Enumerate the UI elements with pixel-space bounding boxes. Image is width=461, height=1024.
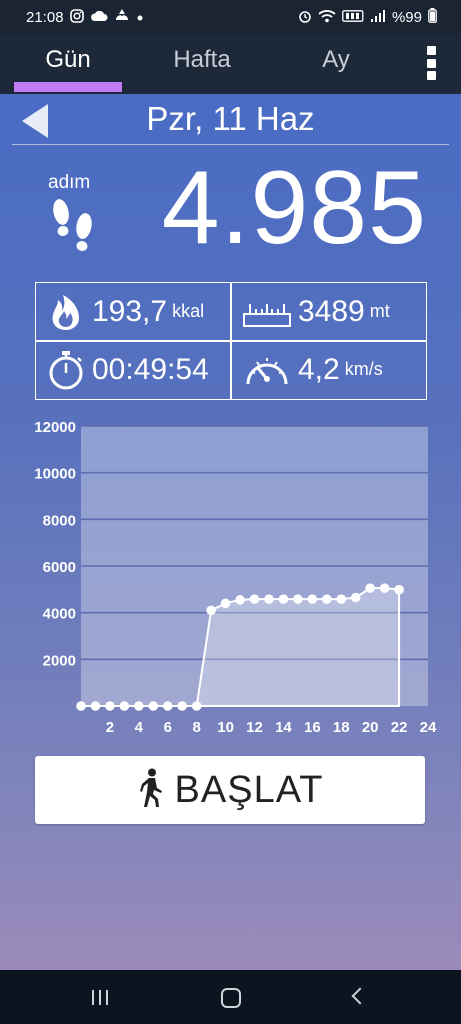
- x-tick-label: 14: [275, 719, 292, 736]
- date-divider: [12, 144, 449, 145]
- y-tick-label: 2000: [43, 652, 76, 669]
- duration-cell: 00:49:54: [36, 341, 230, 398]
- data-point: [134, 701, 144, 711]
- steps-count: 4.985: [161, 150, 427, 266]
- data-point: [235, 595, 245, 605]
- signal-icon: [370, 9, 386, 27]
- recent-apps-icon[interactable]: [92, 990, 108, 1005]
- status-bar: 21:08 %99: [0, 0, 461, 34]
- y-tick-label: 6000: [43, 559, 76, 576]
- distance-value: 3489: [298, 294, 365, 328]
- data-point: [76, 701, 86, 711]
- footprints-icon: [46, 198, 102, 265]
- data-point: [307, 594, 318, 604]
- calories-unit: kkal: [172, 301, 205, 321]
- x-tick-label: 10: [217, 719, 234, 736]
- overflow-menu-icon[interactable]: [425, 46, 437, 80]
- walking-person-icon: [137, 768, 165, 813]
- x-tick-label: 12: [246, 719, 263, 736]
- volte-icon: [342, 9, 364, 26]
- data-point: [350, 592, 361, 603]
- data-point: [90, 701, 101, 711]
- home-icon[interactable]: [221, 988, 241, 1008]
- x-tick-label: 16: [304, 719, 321, 736]
- main-content: Pzr, 11 Haz adım 4.985 193,7 kkal 3489 m…: [0, 94, 461, 970]
- tab-week[interactable]: Hafta: [148, 46, 256, 74]
- data-point: [148, 701, 159, 711]
- distance-cell: 3489 mt: [232, 283, 426, 340]
- data-point: [220, 598, 231, 609]
- active-tab-indicator: [14, 82, 122, 92]
- ruler-icon: [242, 292, 292, 332]
- status-bar-right: %99: [298, 8, 437, 27]
- y-tick-label: 10000: [34, 466, 76, 483]
- data-point: [394, 584, 404, 595]
- data-point: [379, 583, 390, 593]
- weather-icon: [114, 8, 130, 26]
- stats-grid: 193,7 kkal 3489 mt 00:49:54 4,2 km/s: [35, 282, 427, 400]
- x-tick-label: 8: [192, 719, 200, 736]
- distance-unit: mt: [369, 301, 390, 321]
- flame-icon: [46, 292, 86, 332]
- x-tick-label: 18: [333, 719, 350, 736]
- wifi-icon: [318, 9, 336, 27]
- notification-dot-icon: [136, 9, 144, 26]
- data-point: [293, 594, 303, 604]
- battery-icon: [428, 8, 437, 27]
- date-navigator: Pzr, 11 Haz: [0, 94, 461, 148]
- y-tick-label: 12000: [34, 419, 76, 436]
- cloud-icon: [90, 9, 108, 26]
- data-point: [177, 701, 188, 711]
- data-point: [278, 594, 289, 604]
- speedometer-icon: [242, 350, 292, 390]
- data-point: [162, 701, 173, 711]
- x-tick-label: 6: [164, 719, 172, 736]
- start-button[interactable]: BAŞLAT: [35, 756, 425, 824]
- data-point: [365, 583, 375, 593]
- start-button-label: BAŞLAT: [174, 768, 324, 811]
- data-point: [206, 605, 216, 616]
- duration-value: 00:49:54: [92, 352, 209, 386]
- instagram-icon: [69, 8, 84, 26]
- alarm-icon: [298, 9, 312, 27]
- steps-label: adım: [48, 172, 91, 193]
- data-point: [264, 594, 274, 604]
- data-point: [321, 594, 332, 604]
- system-nav-bar: [0, 970, 461, 1024]
- data-point: [105, 701, 115, 711]
- x-tick-label: 22: [391, 719, 408, 736]
- status-bar-left: 21:08: [26, 8, 144, 26]
- calories-cell: 193,7 kkal: [36, 283, 230, 340]
- stopwatch-icon: [46, 350, 86, 390]
- x-tick-label: 20: [362, 719, 379, 736]
- y-tick-label: 4000: [43, 606, 76, 623]
- back-icon[interactable]: [351, 987, 369, 1005]
- speed-unit: km/s: [344, 359, 383, 379]
- data-point: [119, 701, 130, 711]
- clock: 21:08: [26, 8, 64, 26]
- speed-value: 4,2: [298, 352, 340, 386]
- battery-text: %99: [391, 9, 422, 26]
- data-point: [191, 701, 202, 711]
- hourly-steps-chart: 120001000080006000400020002 4 6 8 10 12 14 16 18…: [34, 419, 437, 736]
- x-tick-label: 24: [420, 719, 437, 736]
- x-tick-label: 2: [106, 719, 114, 736]
- data-point: [336, 594, 347, 604]
- x-tick-label: 4: [135, 719, 144, 736]
- tab-day[interactable]: Gün: [14, 46, 122, 74]
- data-point: [249, 594, 260, 604]
- speed-cell: 4,2 km/s: [232, 341, 426, 398]
- tab-month[interactable]: Ay: [282, 46, 390, 74]
- calories-value: 193,7: [92, 294, 168, 328]
- y-tick-label: 8000: [43, 512, 76, 529]
- current-date: Pzr, 11 Haz: [146, 100, 315, 137]
